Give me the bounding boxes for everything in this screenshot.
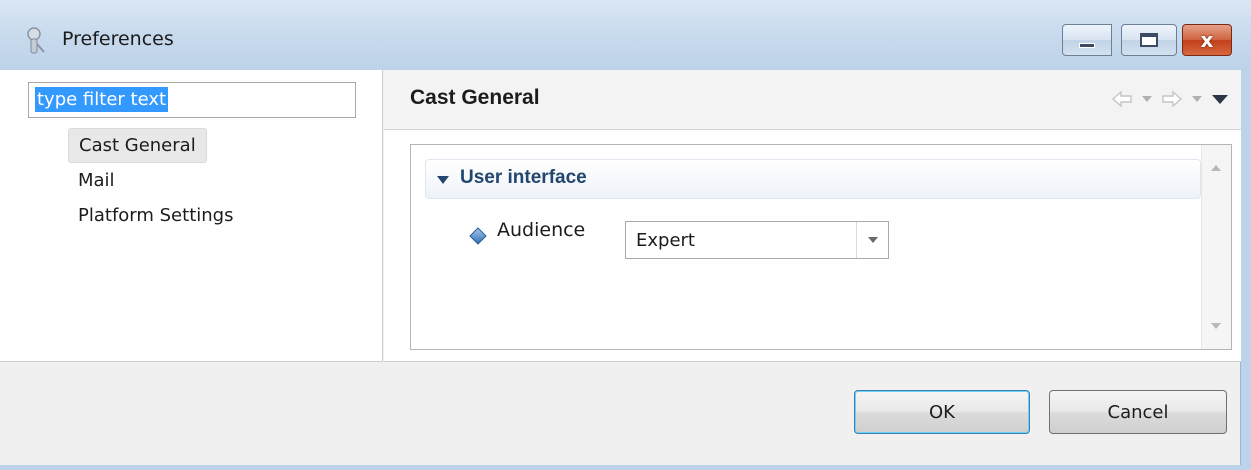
chevron-down-icon: [867, 236, 878, 243]
view-menu-icon[interactable]: [1211, 93, 1229, 105]
forward-dropdown-icon[interactable]: [1191, 94, 1203, 104]
vertical-scrollbar[interactable]: [1201, 145, 1231, 349]
filter-text-selected[interactable]: type filter text: [35, 87, 169, 112]
page-navigation: [1111, 90, 1229, 108]
tree-item-platform-settings[interactable]: Platform Settings: [68, 198, 243, 233]
preference-tree-pane: type filter text Cast General Mail Platf…: [0, 70, 383, 362]
dialog-client-area: type filter text Cast General Mail Platf…: [0, 70, 1241, 465]
title-bar[interactable]: Preferences x: [0, 0, 1251, 70]
diamond-icon: [469, 227, 487, 245]
maximize-button[interactable]: [1121, 24, 1177, 56]
maximize-icon: [1140, 33, 1158, 47]
tree-item-mail[interactable]: Mail: [68, 163, 243, 198]
ok-button[interactable]: OK: [854, 390, 1030, 434]
audience-dropdown-button[interactable]: [856, 222, 888, 258]
page-title: Cast General: [410, 86, 540, 109]
preference-tree: Cast General Mail Platform Settings: [68, 128, 243, 233]
expand-caret-icon[interactable]: [436, 174, 450, 186]
filter-input[interactable]: type filter text: [28, 82, 356, 118]
cancel-button[interactable]: Cancel: [1049, 390, 1227, 434]
audience-select-value: Expert: [636, 230, 695, 251]
section-user-interface[interactable]: User interface: [425, 159, 1201, 199]
minimize-icon: [1079, 42, 1095, 48]
forward-arrow-icon[interactable]: [1161, 90, 1183, 108]
minimize-button[interactable]: [1062, 24, 1112, 56]
window-title: Preferences: [62, 28, 174, 50]
close-icon: x: [1200, 28, 1214, 52]
settings-content: User interface Audience Expert: [410, 144, 1232, 350]
back-arrow-icon[interactable]: [1111, 90, 1133, 108]
section-title: User interface: [460, 167, 587, 188]
scroll-up-icon[interactable]: [1211, 165, 1221, 172]
audience-select[interactable]: Expert: [625, 221, 889, 259]
preference-page: Cast General User interface Audience Exp…: [384, 70, 1241, 362]
tree-item-cast-general[interactable]: Cast General: [68, 128, 207, 163]
close-button[interactable]: x: [1182, 24, 1232, 56]
eclipse-preferences-icon: [27, 27, 45, 54]
scroll-down-icon[interactable]: [1211, 323, 1221, 330]
page-header: Cast General: [384, 70, 1241, 130]
audience-label: Audience: [497, 219, 586, 241]
preferences-window: Preferences x type filter text Cast Gene…: [0, 0, 1251, 470]
back-dropdown-icon[interactable]: [1141, 94, 1153, 104]
